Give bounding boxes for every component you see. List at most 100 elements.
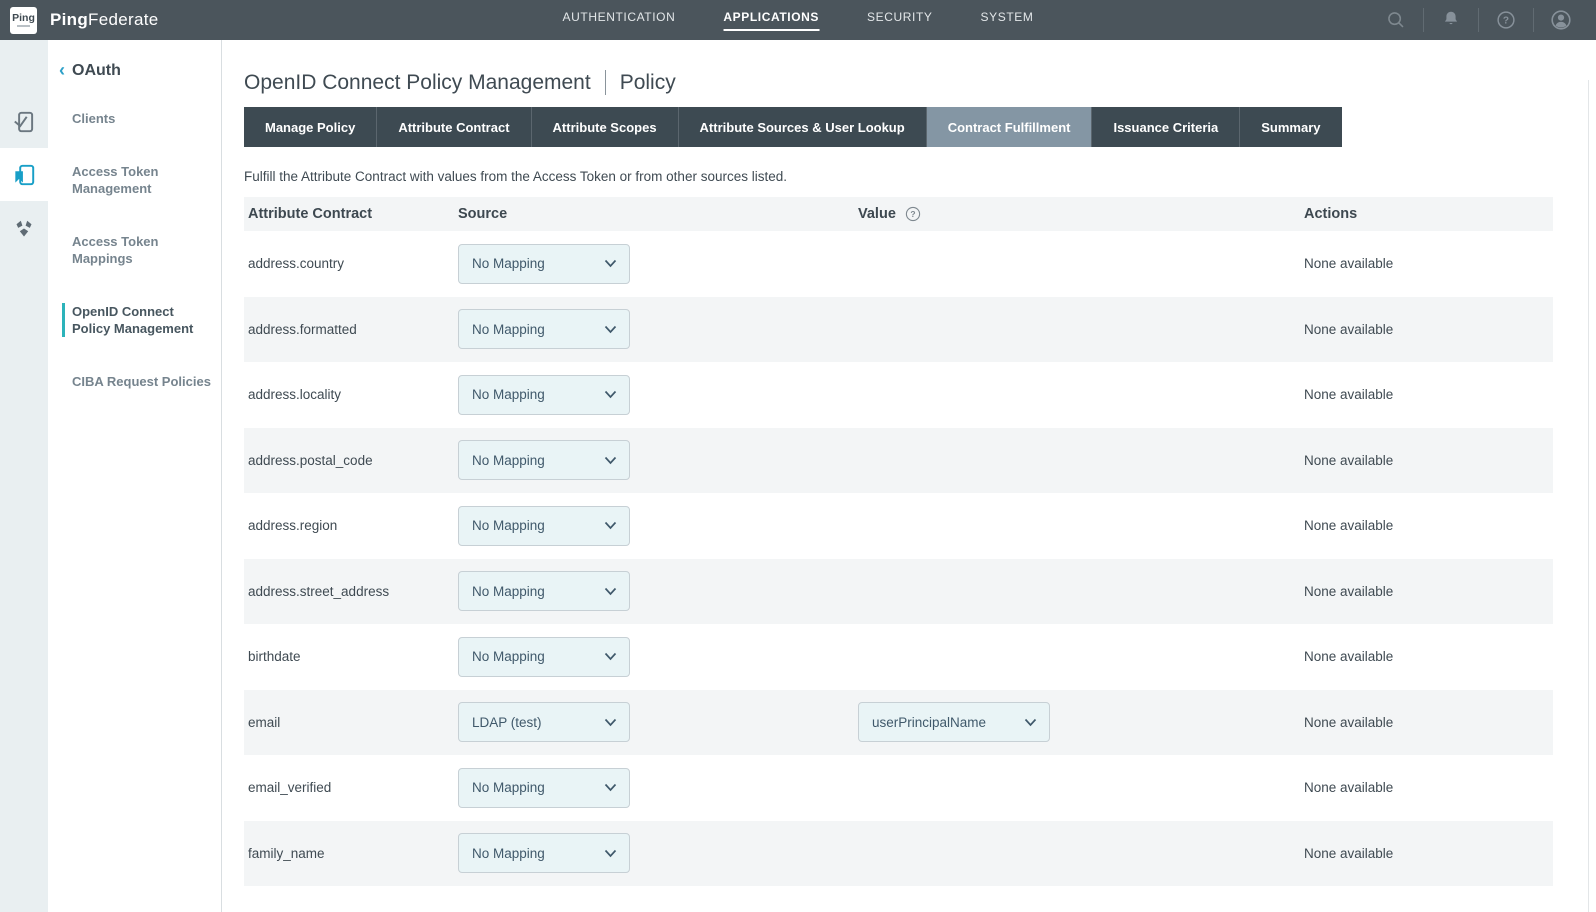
actions-text: None available	[1304, 322, 1393, 337]
page-title-sub: Policy	[620, 71, 676, 95]
nav-authentication[interactable]: AUTHENTICATION	[563, 0, 676, 40]
nav-security[interactable]: SECURITY	[867, 0, 932, 40]
value-select-value: userPrincipalName	[872, 715, 986, 730]
attribute-table-body: address.countryNo MappingNone availablea…	[244, 231, 1553, 886]
notifications-icon[interactable]	[1424, 9, 1478, 31]
source-select-value: No Mapping	[472, 584, 545, 599]
attribute-name: address.formatted	[248, 322, 357, 337]
actions-text: None available	[1304, 453, 1393, 468]
sidebar-item-clients[interactable]: Clients	[62, 110, 211, 127]
svg-text:?: ?	[910, 209, 915, 219]
sidebar-item-openid-connect-policy-management[interactable]: OpenID Connect Policy Management	[62, 303, 211, 337]
source-select-value: LDAP (test)	[472, 715, 542, 730]
tab-manage-policy[interactable]: Manage Policy	[244, 107, 377, 147]
scrollbar-track[interactable]	[1588, 80, 1589, 912]
nav-label: SECURITY	[867, 10, 932, 24]
chevron-down-icon	[604, 846, 617, 861]
value-help-icon[interactable]: ?	[905, 206, 921, 222]
attribute-name: family_name	[248, 846, 325, 861]
account-icon[interactable]	[1534, 8, 1588, 32]
source-select[interactable]: LDAP (test)	[458, 702, 630, 742]
nav-applications[interactable]: APPLICATIONS	[723, 0, 819, 40]
table-row: address.postal_code No Mapping None availa…	[244, 428, 1553, 494]
actions-text: None available	[1304, 518, 1393, 533]
chevron-down-icon	[604, 715, 617, 730]
clients-icon[interactable]	[0, 95, 48, 148]
sidebar-item-access-token-management[interactable]: Access Token Management	[62, 163, 211, 197]
tab-attribute-sources-user-lookup[interactable]: Attribute Sources & User Lookup	[679, 107, 927, 147]
nav-active-underline	[981, 29, 1034, 31]
page-title: OpenID Connect Policy Management Policy	[244, 70, 1596, 95]
product-name-light: Federate	[88, 10, 158, 29]
title-divider	[605, 70, 606, 95]
source-select[interactable]: No Mapping	[458, 833, 630, 873]
source-select[interactable]: No Mapping	[458, 244, 630, 284]
source-select-value: No Mapping	[472, 387, 545, 402]
table-row: emailLDAP (test)userPrincipalNameNone av…	[244, 690, 1553, 756]
page-title-main: OpenID Connect Policy Management	[244, 71, 591, 95]
nav-active-underline	[723, 29, 819, 31]
source-select-value: No Mapping	[472, 846, 545, 861]
table-row: address.countryNo MappingNone available	[244, 231, 1553, 297]
nav-label: SYSTEM	[981, 10, 1034, 24]
chevron-down-icon	[604, 256, 617, 271]
chevron-down-icon	[604, 387, 617, 402]
tab-issuance-criteria[interactable]: Issuance Criteria	[1092, 107, 1240, 147]
actions-text: None available	[1304, 780, 1393, 795]
icon-rail	[0, 40, 48, 912]
source-select[interactable]: No Mapping	[458, 571, 630, 611]
ping-logo[interactable]: Ping	[10, 7, 37, 34]
page-description: Fulfill the Attribute Contract with valu…	[244, 169, 1596, 184]
chevron-left-icon: ‹	[59, 61, 65, 79]
actions-text: None available	[1304, 387, 1393, 402]
sidebar-item-ciba-request-policies[interactable]: CIBA Request Policies	[62, 373, 211, 390]
chevron-down-icon	[604, 780, 617, 795]
top-header: Ping PingFederate AUTHENTICATIONAPPLICAT…	[0, 0, 1596, 40]
table-row: email_verifiedNo MappingNone available	[244, 755, 1553, 821]
chevron-down-icon	[604, 649, 617, 664]
table-row: address.formatted No Mapping None availabl…	[244, 297, 1553, 363]
tab-attribute-contract[interactable]: Attribute Contract	[377, 107, 531, 147]
chevron-down-icon	[604, 584, 617, 599]
attribute-name: birthdate	[248, 649, 301, 664]
access-token-icon[interactable]	[0, 148, 48, 201]
source-select-value: No Mapping	[472, 780, 545, 795]
ping-logo-text: Ping	[12, 13, 35, 23]
help-icon[interactable]: ?	[1479, 9, 1533, 31]
tab-attribute-scopes[interactable]: Attribute Scopes	[532, 107, 679, 147]
nav-system[interactable]: SYSTEM	[981, 0, 1034, 40]
table-row: family_nameNo MappingNone available	[244, 821, 1553, 887]
brand: Ping PingFederate	[0, 7, 158, 34]
mappings-icon[interactable]	[0, 201, 48, 254]
value-select[interactable]: userPrincipalName	[858, 702, 1050, 742]
tab-contract-fulfillment[interactable]: Contract Fulfillment	[927, 107, 1093, 147]
col-attribute-contract: Attribute Contract	[244, 206, 458, 222]
attribute-name: address.country	[248, 256, 344, 271]
chevron-down-icon	[1024, 715, 1037, 730]
source-select[interactable]: No Mapping	[458, 375, 630, 415]
sidebar-back-oauth[interactable]: ‹ OAuth	[48, 62, 221, 80]
nav-label: APPLICATIONS	[723, 10, 819, 24]
tab-summary[interactable]: Summary	[1240, 107, 1341, 147]
sidebar-item-access-token-mappings[interactable]: Access Token Mappings	[62, 233, 211, 267]
col-value: Value	[858, 206, 896, 222]
source-select[interactable]: No Mapping	[458, 768, 630, 808]
source-select[interactable]: No Mapping	[458, 637, 630, 677]
table-row: address.street_address No Mapping None ava…	[244, 559, 1553, 625]
search-icon[interactable]	[1369, 9, 1423, 31]
table-header: Attribute Contract Source Value ? Action…	[244, 197, 1553, 231]
table-row: address.region No Mapping None available	[244, 493, 1553, 559]
source-select[interactable]: No Mapping	[458, 506, 630, 546]
attribute-name: address.street_address	[248, 584, 389, 599]
source-select[interactable]: No Mapping	[458, 309, 630, 349]
chevron-down-icon	[604, 453, 617, 468]
attribute-name: address.postal_code	[248, 453, 373, 468]
attribute-name: address.region	[248, 518, 337, 533]
nav-active-underline	[563, 29, 676, 31]
actions-text: None available	[1304, 584, 1393, 599]
sidebar-menu: Clients Access Token Management Access Tok…	[48, 110, 221, 390]
attribute-table: Attribute Contract Source Value ? Action…	[244, 197, 1553, 886]
header-actions: ?	[1369, 0, 1596, 40]
source-select[interactable]: No Mapping	[458, 440, 630, 480]
table-row: address.localityNo MappingNone available	[244, 362, 1553, 428]
